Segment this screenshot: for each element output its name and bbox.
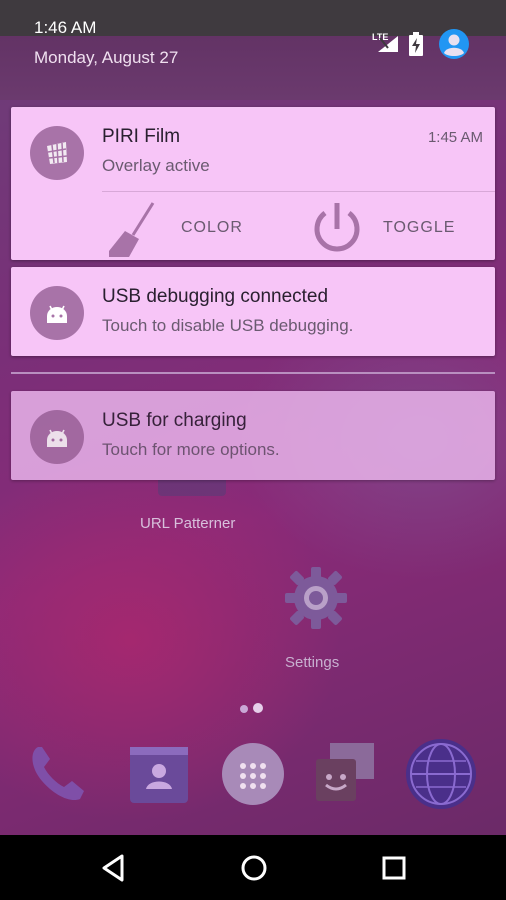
color-action-label: COLOR [181,219,243,236]
cell-signal-icon [378,36,398,52]
notification-usb-charging[interactable]: USB for charging Touch for more options. [11,391,495,480]
broom-icon [109,202,155,257]
account-avatar-icon[interactable] [438,28,470,60]
toggle-action-button[interactable]: TOGGLE [309,193,489,257]
url-patterner-icon[interactable] [158,480,226,496]
notification-usb-debugging[interactable]: USB debugging connected Touch to disable… [11,267,495,356]
notification-time: 1:45 AM [427,129,483,146]
notification-title: USB debugging connected [102,286,329,307]
back-icon[interactable] [94,848,134,888]
notification-title: PIRI Film [102,126,181,147]
action-divider [102,191,495,192]
notification-text: Touch to disable USB debugging. [102,316,354,335]
battery-charging-icon [409,32,423,56]
notification-text: Touch for more options. [102,440,280,459]
page-dot-active [253,703,263,713]
page-indicator [240,700,268,718]
phone-icon[interactable] [24,739,94,809]
notification-text: Overlay active [102,156,210,175]
browser-globe-icon[interactable] [404,737,478,811]
toggle-action-label: TOGGLE [383,219,456,236]
dock [0,735,506,815]
messaging-icon[interactable] [310,739,380,809]
app-drawer-icon[interactable] [218,739,288,809]
home-icon[interactable] [234,848,274,888]
url-patterner-label[interactable]: URL Patterner [140,515,235,532]
android-icon [30,410,84,464]
status-time: 1:46 AM [34,18,97,37]
shade-date[interactable]: Monday, August 27 [34,48,178,68]
power-icon [314,203,360,252]
recents-icon[interactable] [374,848,414,888]
notification-piri-film[interactable]: PIRI Film Overlay active 1:45 AM COLOR T… [11,107,495,260]
page-dot [240,705,248,713]
android-icon [30,286,84,340]
shade-divider [11,372,495,374]
piri-film-icon [30,126,84,180]
settings-gear-icon[interactable] [283,565,349,631]
notification-title: USB for charging [102,410,247,431]
settings-label[interactable]: Settings [285,654,339,671]
color-action-button[interactable]: COLOR [105,193,285,257]
contacts-icon[interactable] [124,739,194,809]
